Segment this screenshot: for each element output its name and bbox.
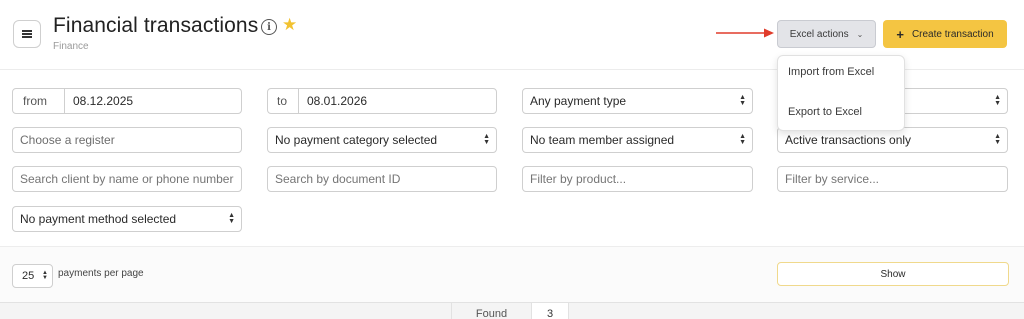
pagination-bar: 25 ▲ ▼ payments per page Show xyxy=(0,246,1024,302)
product-filter-input[interactable] xyxy=(522,166,753,192)
chevron-down-icon: ⌄ xyxy=(856,29,864,39)
menu-item-import-excel[interactable]: Import from Excel xyxy=(788,66,874,78)
payment-method-value: No payment method selected xyxy=(20,212,177,226)
select-arrows-icon: ▲ ▼ xyxy=(739,133,746,146)
team-member-value: No team member assigned xyxy=(530,133,675,147)
breadcrumb[interactable]: Finance xyxy=(53,41,89,52)
transaction-status-value: Active transactions only xyxy=(785,133,912,147)
client-search-input[interactable] xyxy=(12,166,242,192)
hamburger-icon xyxy=(22,30,32,38)
create-transaction-button[interactable]: + Create transaction xyxy=(883,20,1007,48)
date-from-prefix: from xyxy=(13,89,65,113)
menu-toggle-button[interactable] xyxy=(13,20,41,48)
select-arrows-icon: ▲ ▼ xyxy=(42,270,48,281)
select-arrows-icon: ▲ ▼ xyxy=(994,94,1001,107)
date-to-value[interactable]: 08.01.2026 xyxy=(299,94,367,108)
payment-type-value: Any payment type xyxy=(530,94,627,108)
select-arrows-icon: ▲ ▼ xyxy=(483,133,490,146)
per-page-label: payments per page xyxy=(58,268,144,279)
date-from-value[interactable]: 08.12.2025 xyxy=(65,94,133,108)
date-to-field[interactable]: to 08.01.2026 xyxy=(267,88,497,114)
excel-actions-label: Excel actions xyxy=(789,28,849,40)
register-select[interactable]: Choose a register xyxy=(12,127,242,153)
excel-actions-button[interactable]: Excel actions ⌄ xyxy=(777,20,876,48)
page-title: Financial transactions xyxy=(53,14,259,37)
per-page-value: 25 xyxy=(22,270,35,282)
payment-category-value: No payment category selected xyxy=(275,133,438,147)
info-icon[interactable]: i xyxy=(261,19,277,35)
payment-type-select[interactable]: Any payment type ▲ ▼ xyxy=(522,88,753,114)
select-arrows-icon: ▲ ▼ xyxy=(739,94,746,107)
results-summary: Found 3 xyxy=(0,302,1024,319)
per-page-select[interactable]: 25 ▲ ▼ xyxy=(12,264,53,288)
document-search-input[interactable] xyxy=(267,166,497,192)
plus-icon: + xyxy=(896,26,904,42)
payment-category-select[interactable]: No payment category selected ▲ ▼ xyxy=(267,127,497,153)
service-filter-input[interactable] xyxy=(777,166,1008,192)
found-count: 3 xyxy=(531,303,569,319)
show-button[interactable]: Show xyxy=(777,262,1009,286)
excel-actions-menu: Import from Excel Export to Excel xyxy=(777,55,905,131)
team-member-select[interactable]: No team member assigned ▲ ▼ xyxy=(522,127,753,153)
select-arrows-icon: ▲ ▼ xyxy=(228,212,235,225)
date-from-field[interactable]: from 08.12.2025 xyxy=(12,88,242,114)
menu-item-export-excel[interactable]: Export to Excel xyxy=(788,106,862,118)
annotation-arrow-icon xyxy=(716,28,774,38)
select-arrows-icon: ▲ ▼ xyxy=(994,133,1001,146)
star-icon[interactable]: ★ xyxy=(282,15,297,35)
register-placeholder: Choose a register xyxy=(20,133,115,147)
date-to-prefix: to xyxy=(268,89,299,113)
payment-method-select[interactable]: No payment method selected ▲ ▼ xyxy=(12,206,242,232)
found-label: Found xyxy=(451,303,531,319)
create-transaction-label: Create transaction xyxy=(911,28,994,40)
